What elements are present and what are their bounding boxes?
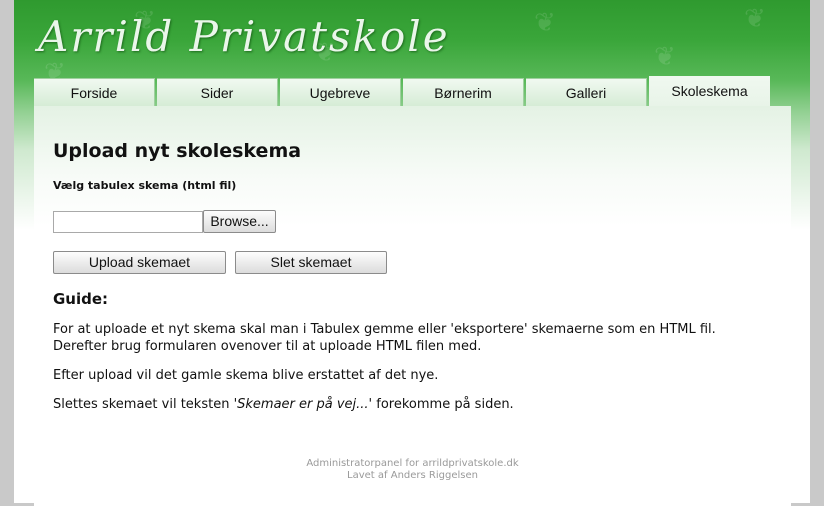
guide-p3-text-after: forekomme på siden. — [372, 397, 514, 412]
tab-sider[interactable]: Sider — [157, 78, 278, 106]
site-logo[interactable]: Arrild Privatskole — [38, 12, 450, 61]
footer-admin-line: Administratorpanel for arrildprivatskole… — [306, 458, 519, 469]
footer-author-line: Lavet af Anders Riggelsen — [347, 470, 478, 481]
upload-button[interactable]: Upload skemaet — [53, 251, 226, 274]
page-title: Upload nyt skoleskema — [53, 140, 302, 162]
page: ❦ ❦ ❦ ❦ ❦ ❦ Arrild Privatskole Forside S… — [14, 0, 810, 506]
guide-line-1: For at uploade et nyt skema skal man i T… — [53, 322, 716, 337]
browse-button[interactable]: Browse... — [203, 210, 276, 233]
file-path-input[interactable] — [53, 211, 203, 233]
guide-paragraph-1: For at uploade et nyt skema skal man i T… — [53, 321, 716, 355]
leaf-decoration: ❦ — [654, 42, 676, 72]
delete-button[interactable]: Slet skemaet — [235, 251, 387, 274]
leaf-decoration: ❦ — [534, 8, 556, 38]
guide-p3-text-before: Slettes skemaet vil teksten — [53, 397, 234, 412]
content-panel: Upload nyt skoleskema Vælg tabulex skema… — [34, 106, 791, 506]
tab-skoleskema[interactable]: Skoleskema — [649, 76, 770, 107]
file-field-label: Vælg tabulex skema (html fil) — [53, 179, 237, 192]
guide-line-2: Derefter brug formularen ovenover til at… — [53, 339, 482, 354]
guide-heading: Guide: — [53, 290, 109, 308]
tab-forside[interactable]: Forside — [34, 78, 155, 106]
tab-bornerim[interactable]: Børnerim — [403, 78, 524, 106]
guide-paragraph-2: Efter upload vil det gamle skema blive e… — [53, 368, 439, 383]
guide-p3-italic: 'Skemaer er på vej...' — [233, 397, 373, 412]
tab-ugebreve[interactable]: Ugebreve — [280, 78, 401, 106]
leaf-decoration: ❦ — [744, 4, 766, 34]
tab-galleri[interactable]: Galleri — [526, 78, 647, 106]
guide-paragraph-3: Slettes skemaet vil teksten 'Skemaer er … — [53, 396, 514, 413]
